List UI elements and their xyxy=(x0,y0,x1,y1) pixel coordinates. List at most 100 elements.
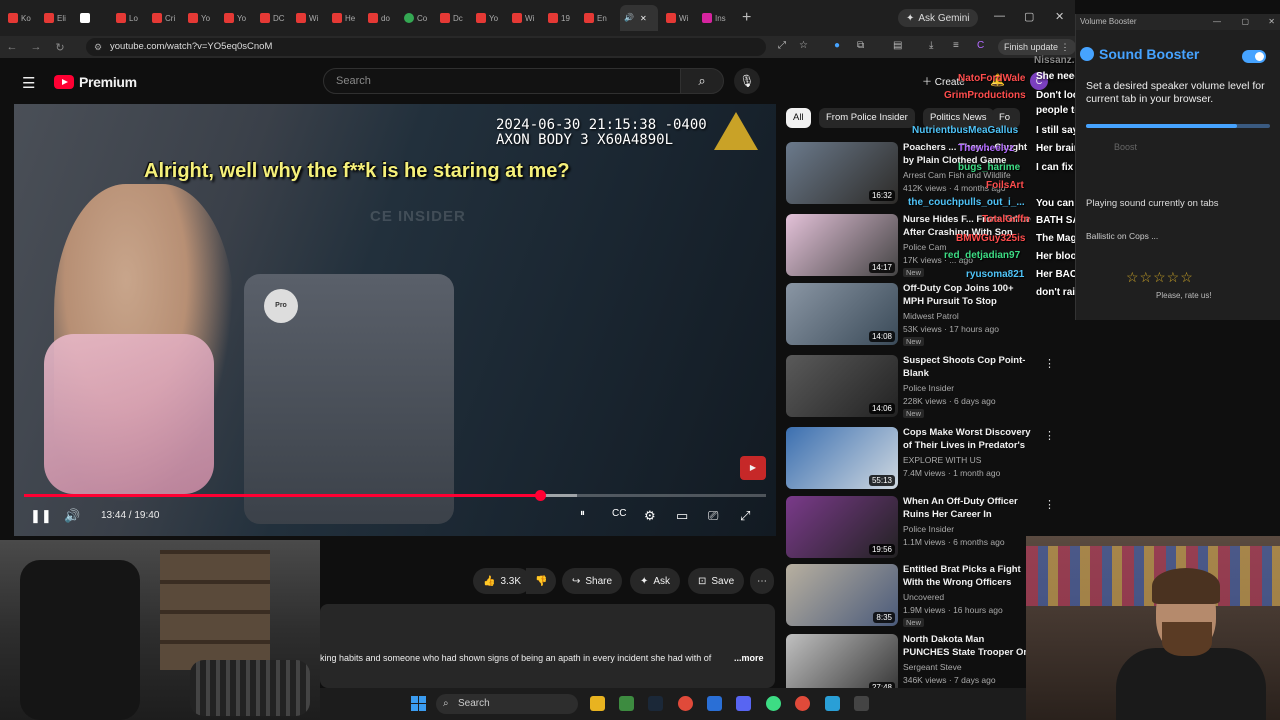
progress-bar[interactable] xyxy=(24,490,766,501)
taskbar-search[interactable]: ⌕ Search xyxy=(436,694,578,714)
save-button[interactable]: ⊡ Save xyxy=(688,568,745,594)
windows-start-icon[interactable] xyxy=(411,696,426,711)
fullscreen-icon[interactable]: ⤢ xyxy=(740,508,750,524)
video-player[interactable]: Pro 2024-06-30 21:15:38 -0400 AXON BODY … xyxy=(14,104,776,536)
close-tab-icon[interactable]: ✕ xyxy=(640,14,647,23)
recommended-video[interactable]: 55:13 Cops Make Worst Discovery of Their … xyxy=(786,427,1076,493)
app-icon-2[interactable] xyxy=(825,696,840,711)
booster-extension-icon[interactable]: ● xyxy=(834,40,840,51)
mic-icon[interactable]: 🎙 xyxy=(734,68,760,94)
subscribe-watermark-icon[interactable]: ▶ xyxy=(740,456,766,480)
bluetooth-app-icon[interactable] xyxy=(707,696,722,711)
video-thumbnail[interactable]: 16:32 xyxy=(786,142,898,204)
browser-tab[interactable]: Wi xyxy=(512,5,540,31)
browser-tab[interactable]: Dc xyxy=(440,5,468,31)
scrubber-knob[interactable] xyxy=(534,490,546,501)
media-control-icon[interactable]: ≡ xyxy=(953,40,959,51)
close-window-icon[interactable]: ✕ xyxy=(1055,10,1064,23)
browser-tab[interactable]: Co xyxy=(404,5,432,31)
reload-icon[interactable]: ↻ xyxy=(48,41,72,54)
address-bar[interactable]: ⚙ youtube.com/watch?v=YO5eq0sCnoM xyxy=(86,38,766,56)
booster-minimize-icon[interactable]: — xyxy=(1213,14,1221,30)
install-icon[interactable]: ⤢ xyxy=(778,40,786,51)
extensions-icon[interactable]: ⧉ xyxy=(857,40,864,51)
ask-button[interactable]: ✦ Ask xyxy=(630,568,681,594)
rating-stars[interactable]: ☆☆☆☆☆ xyxy=(1126,269,1194,286)
booster-enable-toggle[interactable] xyxy=(1242,50,1266,63)
recommended-video[interactable]: 14:06 Suspect Shoots Cop Point-Blank Polic… xyxy=(786,355,1076,421)
miniplayer-icon[interactable]: ▭ xyxy=(676,508,688,524)
profile-avatar[interactable]: C xyxy=(977,40,984,51)
more-options-icon[interactable]: ⋮ xyxy=(1044,357,1055,370)
search-icon[interactable]: ⌕ xyxy=(680,68,724,94)
menu-icon[interactable]: ☰ xyxy=(22,74,35,92)
booster-tab-item[interactable]: Ballistic on Cops ... xyxy=(1086,231,1274,241)
browser-tab[interactable]: 🔊 ✕ xyxy=(620,5,658,31)
volume-slider[interactable] xyxy=(1086,124,1270,128)
browser-tab[interactable]: Eli xyxy=(44,5,72,31)
minimize-icon[interactable]: — xyxy=(994,10,1005,22)
video-thumbnail[interactable]: 55:13 xyxy=(786,427,898,489)
youtube-logo[interactable]: Premium xyxy=(54,74,137,90)
back-icon[interactable]: ← xyxy=(0,41,24,53)
maximize-icon[interactable]: ▢ xyxy=(1024,10,1034,23)
video-thumbnail[interactable]: 14:17 xyxy=(786,214,898,276)
booster-maximize-icon[interactable]: ▢ xyxy=(1241,14,1249,30)
bookmark-star-icon[interactable]: ☆ xyxy=(799,40,808,51)
share-button[interactable]: ↪ Share xyxy=(562,568,623,594)
browser-tab[interactable]: He xyxy=(332,5,360,31)
browser-tab[interactable]: Ko xyxy=(8,5,36,31)
browser-tab[interactable]: Ins xyxy=(702,5,730,31)
pause-icon[interactable]: ❚❚ xyxy=(30,508,52,524)
download-icon[interactable]: ⤓ xyxy=(929,40,933,51)
video-thumbnail[interactable]: 14:06 xyxy=(786,355,898,417)
show-more-link[interactable]: ...more xyxy=(734,653,764,663)
obs-icon[interactable] xyxy=(854,696,869,711)
video-thumbnail[interactable]: 8:35 xyxy=(786,564,898,626)
spotify-icon[interactable] xyxy=(766,696,781,711)
autoplay-toggle-icon[interactable]: ⏸ xyxy=(580,508,585,519)
forward-icon[interactable]: → xyxy=(24,41,48,53)
finish-update-button[interactable]: Finish update ⋮ xyxy=(998,39,1076,55)
browser-tab[interactable] xyxy=(80,5,108,31)
recommended-video[interactable]: 14:08 Off-Duty Cop Joins 100+ MPH Pursuit… xyxy=(786,283,1076,349)
video-thumbnail[interactable]: 14:08 xyxy=(786,283,898,345)
browser-tab[interactable]: 19 xyxy=(548,5,576,31)
browser-tab[interactable]: Yo xyxy=(188,5,216,31)
booster-close-icon[interactable]: ✕ xyxy=(1268,14,1275,30)
volume-icon[interactable]: 🔊 xyxy=(64,508,80,524)
browser-tab[interactable]: Cri xyxy=(152,5,180,31)
browser-tab[interactable]: Wi xyxy=(666,5,694,31)
new-tab-button[interactable]: + xyxy=(742,9,751,27)
dislike-button[interactable]: 👎 xyxy=(526,568,557,594)
description-box[interactable] xyxy=(320,604,775,688)
browser-tab[interactable]: do xyxy=(368,5,396,31)
site-info-icon[interactable]: ⚙ xyxy=(94,38,102,56)
browser-tab[interactable]: DC xyxy=(260,5,288,31)
side-panel-icon[interactable]: ▤ xyxy=(893,40,902,51)
more-options-icon[interactable]: ⋮ xyxy=(1044,498,1055,511)
filter-chip[interactable]: All xyxy=(786,108,811,128)
more-options-icon[interactable]: ⋮ xyxy=(1044,429,1055,442)
settings-gear-icon[interactable]: ⚙ xyxy=(644,508,656,524)
search-input[interactable]: Search xyxy=(323,68,681,94)
browser-tab[interactable]: Yo xyxy=(224,5,252,31)
filter-chip[interactable]: From Police Insider xyxy=(819,108,915,128)
cast-icon[interactable]: ⎚ xyxy=(708,508,718,524)
browser-tab[interactable]: Wi xyxy=(296,5,324,31)
browser-tab[interactable]: En xyxy=(584,5,612,31)
video-thumbnail[interactable]: 19:56 xyxy=(786,496,898,558)
more-actions-button[interactable]: ⋯ xyxy=(750,568,774,594)
file-explorer-icon[interactable] xyxy=(590,696,605,711)
discord-icon[interactable] xyxy=(736,696,751,711)
app-icon[interactable] xyxy=(619,696,634,711)
browser-tab[interactable]: Lo xyxy=(116,5,144,31)
recommended-video[interactable]: 14:17 Nurse Hides F... From Police After … xyxy=(786,214,1076,280)
subtitles-icon[interactable]: CC xyxy=(612,508,626,519)
like-button[interactable]: 👍 3.3K xyxy=(473,568,532,594)
video-thumbnail[interactable]: 27:48 xyxy=(786,634,898,696)
chrome-active-icon[interactable] xyxy=(795,696,810,711)
chrome-icon[interactable] xyxy=(678,696,693,711)
ask-gemini-button[interactable]: ✦ Ask Gemini xyxy=(898,9,978,27)
browser-tab[interactable]: Yo xyxy=(476,5,504,31)
